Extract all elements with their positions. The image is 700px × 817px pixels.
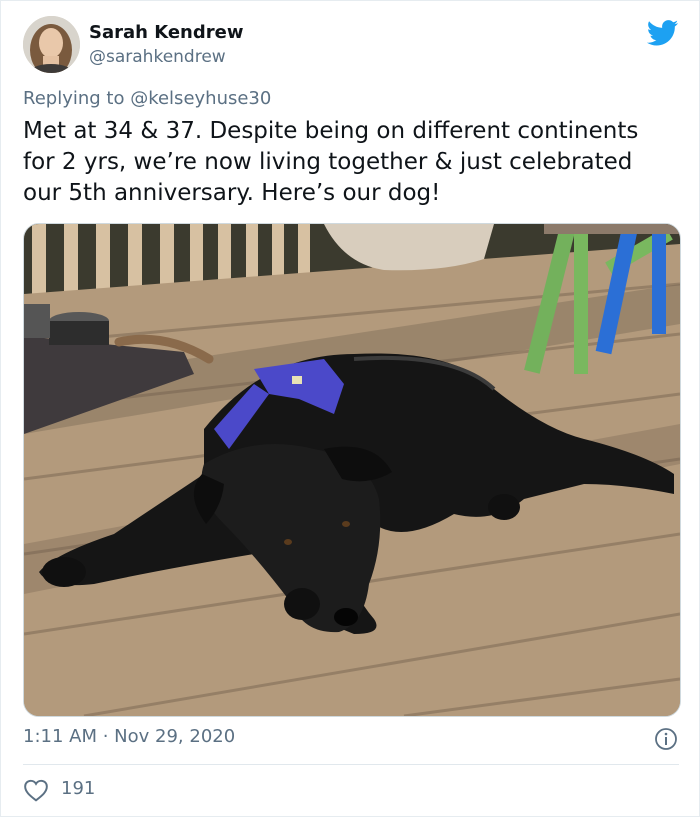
reply-context: Replying to @kelseyhuse30	[23, 88, 271, 109]
info-icon[interactable]	[654, 727, 678, 751]
tweet-text: Met at 34 & 37. Despite being on differe…	[23, 118, 639, 206]
author-name[interactable]: Sarah Kendrew	[89, 22, 243, 43]
reply-mention-link[interactable]: @kelseyhuse30	[130, 88, 271, 109]
like-count[interactable]: 191	[61, 778, 95, 799]
tweet-time: 1:11 AM	[23, 726, 97, 747]
divider	[23, 764, 679, 765]
tweet-photo[interactable]	[23, 223, 681, 717]
heart-icon[interactable]	[23, 778, 49, 802]
tweet-timestamp[interactable]: 1:11 AM · Nov 29, 2020	[23, 726, 235, 747]
avatar[interactable]	[23, 16, 80, 73]
author-handle[interactable]: @sarahkendrew	[89, 47, 226, 67]
reply-prefix: Replying to	[23, 88, 131, 109]
tweet-card: Sarah Kendrew @sarahkendrew Replying to …	[0, 0, 700, 817]
meta-separator: ·	[97, 726, 115, 747]
dog-photo-illustration	[24, 224, 680, 716]
twitter-bird-icon[interactable]	[647, 20, 679, 46]
tweet-date: Nov 29, 2020	[114, 726, 236, 747]
